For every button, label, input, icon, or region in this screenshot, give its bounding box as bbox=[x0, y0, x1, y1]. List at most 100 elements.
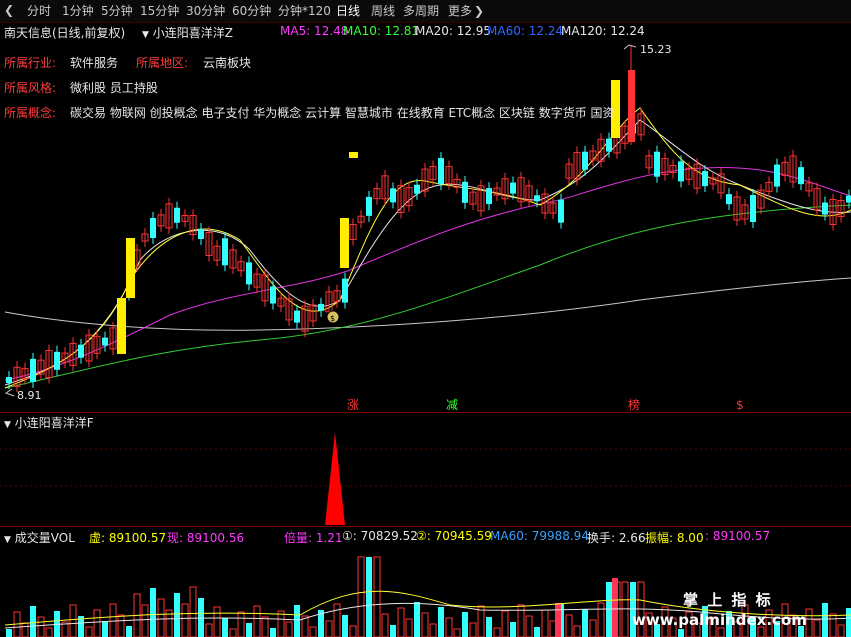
event-marker-dollar[interactable]: $ bbox=[736, 398, 744, 412]
volume-bar bbox=[525, 615, 533, 637]
tab-more[interactable]: 更多 bbox=[448, 3, 472, 19]
volume-bar bbox=[174, 593, 180, 637]
chevron-right-icon[interactable]: ❯ bbox=[474, 3, 484, 19]
ma5-value: MA5: 12.48 bbox=[280, 24, 349, 38]
signal-candle bbox=[117, 298, 126, 354]
volume-bar bbox=[438, 607, 444, 637]
panel-divider bbox=[0, 526, 851, 527]
tab-1min[interactable]: 1分钟 bbox=[62, 3, 94, 19]
volume-bar bbox=[181, 603, 189, 637]
period-toolbar: ❮ 分时 1分钟 5分钟 15分钟 30分钟 60分钟 分钟*120 日线 周线… bbox=[0, 0, 851, 23]
volume-bar bbox=[309, 626, 317, 637]
candle-body bbox=[414, 184, 420, 194]
sub-indicator-dropdown[interactable]: ▼ 小连阳喜洋洋F bbox=[4, 414, 94, 431]
volume-bar bbox=[453, 628, 461, 637]
volume-bar bbox=[45, 627, 53, 637]
volume-bar bbox=[237, 611, 245, 637]
volume-bar bbox=[349, 625, 357, 637]
chevron-left-icon[interactable]: ❮ bbox=[4, 3, 14, 17]
candle-body bbox=[726, 194, 732, 205]
event-marker-rise[interactable]: 涨 bbox=[347, 397, 359, 412]
vol-ma1: ①: 70829.52 bbox=[342, 529, 418, 543]
volume-bar bbox=[93, 609, 101, 637]
candle-body bbox=[366, 196, 372, 216]
coin-icon: $ bbox=[326, 310, 340, 324]
volume-bar bbox=[573, 625, 581, 637]
vol-ma2: ②: 70945.59 bbox=[416, 529, 492, 543]
sub-indicator-chart[interactable] bbox=[0, 430, 851, 526]
vol-ratio: 倍量: 1.21 bbox=[284, 531, 343, 545]
volume-bar bbox=[246, 623, 252, 637]
indicator-name: 小连阳喜洋洋Z bbox=[152, 26, 233, 40]
stock-title: 南天信息(日线,前复权) bbox=[4, 26, 126, 40]
volume-bar bbox=[229, 628, 237, 637]
tab-30min[interactable]: 30分钟 bbox=[186, 3, 225, 19]
volume-bar bbox=[445, 617, 453, 637]
volume-bar bbox=[612, 578, 618, 637]
volume-bar bbox=[429, 623, 437, 637]
volume-bar bbox=[846, 608, 851, 637]
candle-body bbox=[486, 188, 492, 205]
tab-15min[interactable]: 15分钟 bbox=[140, 3, 179, 19]
tab-5min[interactable]: 5分钟 bbox=[101, 3, 133, 19]
candle-body bbox=[198, 229, 204, 240]
candle-body bbox=[270, 286, 276, 304]
volume-bar bbox=[126, 626, 132, 637]
volume-bar bbox=[69, 604, 77, 637]
candle-body bbox=[54, 351, 60, 370]
candle-body bbox=[678, 161, 684, 182]
panel-divider bbox=[0, 412, 851, 413]
tab-60min[interactable]: 60分钟 bbox=[232, 3, 271, 19]
volume-bar bbox=[469, 622, 477, 637]
tab-weekly[interactable]: 周线 bbox=[371, 3, 395, 19]
volume-bar bbox=[373, 556, 381, 637]
volume-bar bbox=[477, 605, 485, 637]
volume-bar bbox=[421, 612, 429, 637]
volume-bar bbox=[589, 619, 597, 637]
volume-bar bbox=[85, 626, 93, 637]
volume-bar bbox=[493, 627, 501, 637]
volume-bar bbox=[141, 604, 149, 637]
signal-candle bbox=[126, 238, 135, 298]
watermark-title: 掌 上 指 标 bbox=[683, 591, 773, 609]
volume-bar bbox=[357, 556, 365, 637]
volume-bar bbox=[390, 625, 396, 637]
volume-bar bbox=[102, 621, 108, 637]
vol-current: 现: 89100.56 bbox=[167, 531, 245, 545]
candle-body bbox=[606, 138, 612, 152]
volume-bar bbox=[678, 629, 684, 637]
tab-multi-period[interactable]: 多周期 bbox=[403, 3, 439, 19]
volume-bar bbox=[555, 603, 561, 637]
candle-body bbox=[222, 238, 228, 266]
volume-bar bbox=[253, 605, 261, 637]
volume-dropdown[interactable]: ▼ 成交量VOL bbox=[4, 529, 75, 546]
indicator-dropdown[interactable]: ▼ 小连阳喜洋洋Z bbox=[142, 24, 233, 41]
style-label: 所属风格: bbox=[4, 81, 57, 95]
tab-intraday[interactable]: 分时 bbox=[27, 3, 51, 19]
volume-bar bbox=[813, 619, 821, 637]
volume-bar bbox=[342, 615, 348, 637]
candle-body bbox=[628, 70, 635, 142]
tab-min-120[interactable]: 分钟*120 bbox=[278, 3, 331, 19]
volume-bar bbox=[805, 608, 813, 637]
volume-bar bbox=[205, 623, 213, 637]
high-price-pointer bbox=[623, 44, 637, 50]
vol-ma60: MA60: 79988.94 bbox=[490, 529, 589, 543]
candle-body bbox=[30, 358, 36, 382]
event-marker-reduce[interactable]: 减 bbox=[446, 398, 458, 412]
candle-body bbox=[534, 195, 540, 202]
candle-body bbox=[342, 278, 348, 303]
tab-daily[interactable]: 日线 bbox=[336, 3, 360, 19]
ma10-value: MA10: 12.81 bbox=[343, 24, 420, 38]
style-value: 微利股 员工持股 bbox=[70, 81, 158, 95]
event-marker-list[interactable]: 榜 bbox=[628, 397, 640, 412]
candle-body bbox=[654, 151, 660, 177]
candle-body bbox=[102, 337, 108, 346]
volume-bar bbox=[397, 607, 405, 637]
ma60-value: MA60: 12.24 bbox=[487, 24, 564, 38]
volume-bar bbox=[621, 581, 629, 637]
volume-bar bbox=[541, 609, 549, 637]
watermark-url: www.palmindex.com bbox=[632, 611, 807, 629]
vol-virtual: 虚: 89100.57 bbox=[89, 531, 167, 545]
concept-value: 碳交易 物联网 创投概念 电子支付 华为概念 云计算 智慧城市 在线教育 ETC… bbox=[70, 106, 615, 120]
